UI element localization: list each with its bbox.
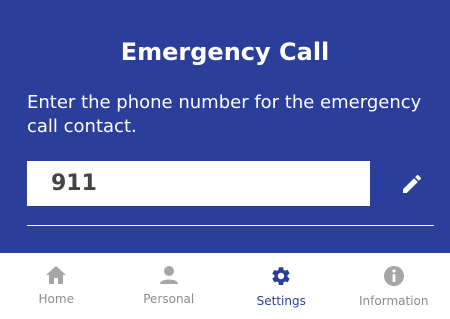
person-icon	[159, 266, 178, 284]
info-icon	[383, 266, 404, 286]
tab-personal-label: Personal	[143, 292, 195, 306]
phone-number-field-container	[27, 161, 370, 206]
tab-personal[interactable]: Personal	[113, 253, 226, 319]
page-title: Emergency Call	[120, 38, 330, 66]
divider	[27, 225, 434, 226]
tab-home[interactable]: Home	[0, 253, 113, 319]
tab-home-label: Home	[38, 292, 74, 306]
emergency-call-screen: Emergency Call Enter the phone number fo…	[0, 0, 450, 319]
tab-information-label: Information	[359, 294, 429, 308]
page-description: Enter the phone number for the emergency…	[27, 92, 422, 137]
header-panel: Emergency Call Enter the phone number fo…	[0, 0, 450, 253]
bottom-tab-bar: Home Personal Settings Information	[0, 253, 450, 319]
home-icon	[46, 266, 67, 284]
gear-icon	[272, 267, 290, 285]
pencil-icon	[403, 174, 422, 193]
tab-information[interactable]: Information	[338, 253, 450, 319]
edit-button[interactable]	[396, 168, 428, 200]
tab-settings[interactable]: Settings	[225, 253, 338, 319]
phone-number-input[interactable]	[49, 170, 370, 197]
tab-settings-label: Settings	[256, 294, 306, 308]
